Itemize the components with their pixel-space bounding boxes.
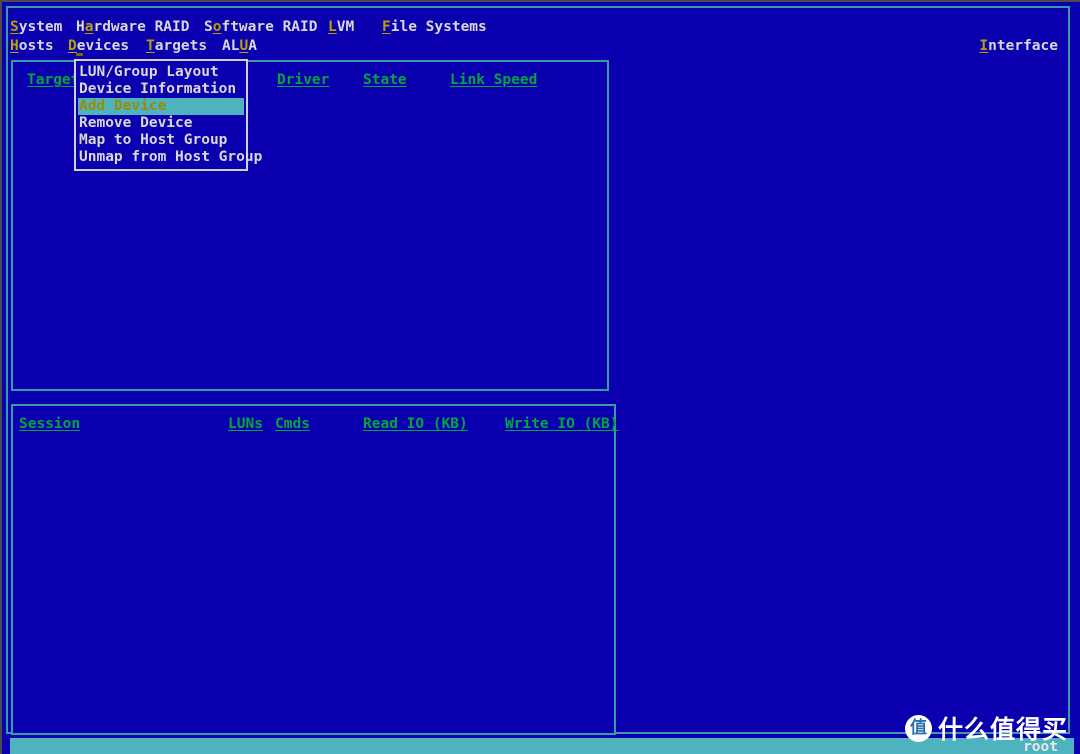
- targets-column-header-target[interactable]: Target: [27, 70, 79, 90]
- targets-column-header-state[interactable]: State: [363, 70, 407, 90]
- targets-column-header-link-speed[interactable]: Link Speed: [450, 70, 537, 90]
- menu-item-lvm-hotkey: L: [328, 19, 337, 35]
- menu-item-system-label: ystem: [18, 19, 63, 35]
- menu-item-software-raid[interactable]: Software RAID: [204, 18, 318, 37]
- menu-item-software-raid-label: ftware RAID: [221, 19, 318, 35]
- menu-item-file-systems-label: ile Systems: [390, 19, 487, 35]
- menu-item-hardware-raid-prefix: H: [76, 19, 85, 35]
- menu-item-file-systems[interactable]: File Systems: [382, 18, 487, 37]
- menu-item-interface[interactable]: Interface: [979, 37, 1058, 56]
- menu-item-targets[interactable]: Targets: [146, 37, 207, 56]
- menu-cursor-indicator: [76, 53, 83, 56]
- sessions-header-row: Session LUNs Cmds Read IO (KB) Write IO (KB): [13, 414, 619, 434]
- dropdown-item-add-device[interactable]: Add Device: [78, 98, 244, 115]
- menu-item-alua-hotkey: U: [239, 38, 249, 54]
- menu-item-hardware-raid[interactable]: Hardware RAID: [76, 18, 190, 37]
- menu-item-targets-label: argets: [154, 38, 208, 54]
- menu-item-hosts-label: osts: [18, 38, 54, 54]
- terminal-screen: System Hardware RAID Software RAID LVM File …: [0, 0, 1080, 754]
- status-bar: Enterprise Storage OS 4.2.1_z root: [10, 738, 1074, 754]
- menu-item-software-raid-prefix: S: [204, 19, 213, 35]
- status-bar-user: root: [1023, 739, 1058, 754]
- dropdown-item-device-information[interactable]: Device Information: [76, 81, 246, 98]
- menu-bar: System Hardware RAID Software RAID LVM File …: [10, 18, 1066, 56]
- menu-item-lvm[interactable]: LVM: [328, 18, 354, 37]
- menu-item-hosts-hotkey: H: [10, 38, 19, 54]
- menu-bar-row-1: System Hardware RAID Software RAID LVM File …: [10, 18, 1066, 37]
- menu-bar-row-2: Hosts Devices Targets ALUA: [10, 37, 1066, 56]
- menu-item-lvm-label: VM: [336, 19, 355, 35]
- dropdown-item-lun-group-layout[interactable]: LUN/Group Layout: [76, 64, 246, 81]
- sessions-panel: Session LUNs Cmds Read IO (KB) Write IO (KB): [11, 404, 619, 735]
- menu-item-alua[interactable]: ALUA: [222, 37, 257, 56]
- sessions-column-header-write-io-kb-[interactable]: Write IO (KB): [505, 414, 619, 434]
- menu-item-interface-hotkey: I: [979, 38, 989, 54]
- menu-item-hardware-raid-label: rdware RAID: [93, 19, 190, 35]
- menu-item-alua-prefix: AL: [222, 38, 240, 54]
- menu-item-system[interactable]: System: [10, 18, 62, 37]
- sessions-column-header-session[interactable]: Session: [19, 414, 80, 434]
- menu-item-hosts[interactable]: Hosts: [10, 37, 54, 56]
- menu-item-devices-label: evices: [76, 38, 130, 54]
- targets-column-header-driver[interactable]: Driver: [277, 70, 329, 90]
- sessions-column-header-cmds[interactable]: Cmds: [275, 414, 310, 434]
- sessions-column-header-read-io-kb-[interactable]: Read IO (KB): [363, 414, 468, 434]
- menu-item-alua-label: A: [248, 38, 257, 54]
- menu-item-file-systems-hotkey: F: [382, 19, 391, 35]
- dropdown-item-map-to-host-group[interactable]: Map to Host Group: [76, 132, 246, 149]
- menu-item-interface-label: nterface: [988, 38, 1058, 54]
- menu-item-devices-hotkey: D: [68, 38, 77, 54]
- menu-item-system-hotkey: S: [10, 19, 19, 35]
- dropdown-item-unmap-from-host-group[interactable]: Unmap from Host Group: [76, 149, 262, 166]
- devices-dropdown-menu[interactable]: LUN/Group Layout Device Information Add De…: [74, 59, 262, 171]
- sessions-column-header-luns[interactable]: LUNs: [228, 414, 263, 434]
- menu-item-targets-hotkey: T: [146, 38, 155, 54]
- dropdown-item-remove-device[interactable]: Remove Device: [76, 115, 246, 132]
